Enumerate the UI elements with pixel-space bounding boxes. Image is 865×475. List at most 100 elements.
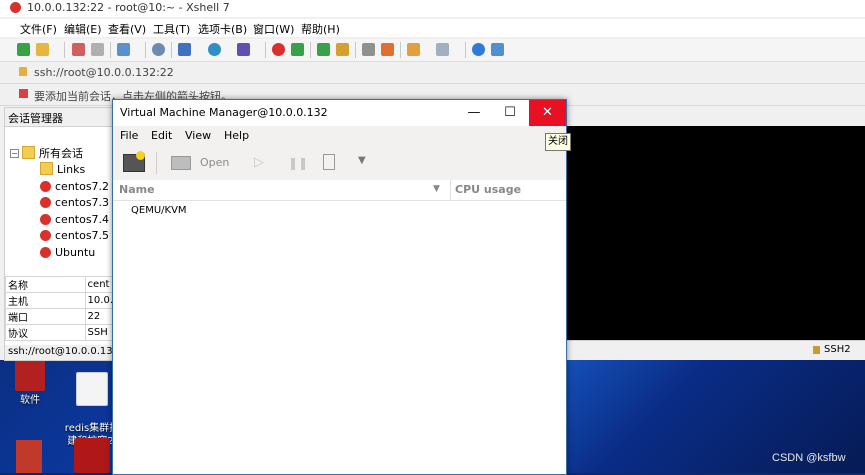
pause-icon[interactable]: ❚❚ — [288, 156, 308, 170]
add-tab-icon[interactable] — [407, 43, 420, 56]
property-key: 名称 — [5, 276, 86, 293]
close-button[interactable]: ✕ — [529, 100, 566, 126]
vmm-title-bar[interactable]: Virtual Machine Manager@10.0.0.132 — ☐ ✕ — [113, 100, 566, 126]
toolbar-separator — [465, 42, 466, 58]
xftp-icon[interactable] — [291, 43, 304, 56]
address-text: ssh://root@10.0.0.132:22 — [34, 66, 174, 79]
sort-arrow-icon[interactable]: ▼ — [433, 184, 440, 194]
color-scheme-icon[interactable] — [237, 43, 250, 56]
lock-icon — [19, 67, 27, 76]
tree-root-all-sessions[interactable]: − 所有会话 — [10, 146, 83, 162]
xshell-logo-icon — [10, 2, 21, 13]
properties-icon[interactable] — [117, 43, 130, 56]
xshell-session-icon — [40, 230, 51, 241]
toolbar-separator — [265, 42, 266, 58]
play-icon[interactable]: ▷ — [254, 155, 264, 170]
toolbar-separator — [64, 42, 65, 58]
window-title: 10.0.0.132:22 - root@10:~ - Xshell 7 — [27, 1, 230, 14]
session-manager-header: 会话管理器 — [5, 108, 116, 127]
acrobat-icon[interactable] — [74, 438, 110, 473]
xshell-session-icon — [40, 214, 51, 225]
menu-help[interactable]: Help — [224, 129, 249, 142]
highlight-icon[interactable] — [381, 43, 394, 56]
menu-window[interactable]: 窗口(W) — [253, 21, 294, 37]
tree-label: centos7.5 — [55, 229, 110, 242]
menu-help[interactable]: 帮助(H) — [301, 21, 340, 37]
power-icon[interactable] — [323, 154, 335, 170]
desktop-icon-software[interactable]: 软件 — [0, 359, 60, 407]
connect-icon[interactable] — [72, 43, 85, 56]
xshell-session-icon — [40, 247, 51, 258]
new-vm-icon[interactable] — [123, 151, 145, 172]
maximize-button[interactable]: ☐ — [492, 100, 528, 126]
property-value: SSH — [84, 324, 116, 341]
menu-tools[interactable]: 工具(T) — [153, 21, 190, 37]
pdf-document-icon — [76, 372, 108, 406]
menu-edit[interactable]: Edit — [151, 129, 172, 142]
folder-icon — [22, 146, 35, 159]
tree-label: centos7.3 — [55, 196, 110, 209]
chat-icon[interactable] — [491, 43, 504, 56]
tree-item-session[interactable]: centos7.3 — [40, 195, 109, 211]
tile-windows-icon[interactable] — [436, 43, 449, 56]
vmm-menu-bar: File Edit View Help — [113, 126, 566, 146]
globe-icon[interactable] — [208, 43, 221, 56]
column-cpu-usage[interactable]: CPU usage — [455, 183, 521, 196]
session-manager-title: 会话管理器 — [8, 112, 63, 125]
app-icon[interactable] — [16, 440, 42, 473]
property-value: cent — [84, 276, 116, 293]
vmm-toolbar: Open ▷ ❚❚ ▼ — [113, 146, 566, 181]
chevron-down-icon[interactable]: ▼ — [358, 155, 366, 166]
collapse-icon[interactable]: − — [10, 149, 19, 158]
table-row: 协议 SSH — [5, 324, 116, 341]
xshell-toolbar — [0, 39, 865, 62]
minimize-button[interactable]: — — [456, 100, 492, 126]
lock-icon — [813, 346, 820, 354]
xshell-title-bar[interactable]: 10.0.0.132:22 - root@10:~ - Xshell 7 — [0, 0, 865, 17]
vm-list-header: Name ▼ CPU usage — [113, 180, 566, 201]
help-icon[interactable] — [472, 43, 485, 56]
tree-item-session[interactable]: centos7.2 — [40, 179, 109, 195]
menu-view[interactable]: View — [185, 129, 211, 142]
menu-tabs[interactable]: 选项卡(B) — [198, 21, 247, 37]
bookmark-icon[interactable] — [19, 89, 28, 98]
table-row: 名称 cent — [5, 276, 116, 293]
toolbar-separator — [110, 42, 111, 58]
new-session-icon[interactable] — [17, 43, 30, 56]
xshell-session-icon — [40, 181, 51, 192]
open-button[interactable]: Open — [168, 153, 258, 173]
disconnect-icon[interactable] — [91, 43, 104, 56]
session-status-bar: ssh://root@10.0.0.132:22 — [5, 345, 116, 360]
vm-list: QEMU/KVM — [113, 201, 566, 473]
tree-label: centos7.4 — [55, 213, 110, 226]
search-icon[interactable] — [152, 43, 165, 56]
star-icon — [136, 151, 145, 160]
virt-manager-window: Virtual Machine Manager@10.0.0.132 — ☐ ✕… — [112, 99, 567, 475]
tree-item-session[interactable]: Ubuntu — [40, 245, 95, 261]
desktop-icon-label: 软件 — [20, 395, 40, 406]
layout-icon[interactable] — [178, 43, 191, 56]
watermark: CSDN @ksfbw — [772, 452, 846, 464]
tree-label: Ubuntu — [55, 246, 96, 259]
keyboard-icon[interactable] — [362, 43, 375, 56]
tree-item-links[interactable]: Links — [40, 162, 85, 178]
lock-icon[interactable] — [336, 43, 349, 56]
menu-file[interactable]: 文件(F) — [20, 21, 57, 37]
tree-item-session[interactable]: centos7.4 — [40, 212, 109, 228]
toolbar-separator — [400, 42, 401, 58]
list-item-connection[interactable]: QEMU/KVM — [131, 205, 187, 216]
tree-item-session[interactable]: centos7.5 — [40, 228, 109, 244]
xshell-status-bar: SSH2 — [565, 340, 865, 360]
tree-label: centos7.2 — [55, 180, 110, 193]
property-value: 10.0. — [84, 292, 116, 309]
xshell-icon[interactable] — [272, 43, 285, 56]
session-status-text: ssh://root@10.0.0.132:22 — [8, 346, 116, 357]
fullscreen-icon[interactable] — [317, 43, 330, 56]
menu-file[interactable]: File — [120, 129, 138, 142]
terminal-area[interactable] — [565, 126, 865, 340]
address-bar[interactable]: ssh://root@10.0.0.132:22 — [0, 62, 865, 84]
menu-view[interactable]: 查看(V) — [108, 21, 146, 37]
menu-edit[interactable]: 编辑(E) — [64, 21, 102, 37]
open-folder-icon[interactable] — [36, 43, 49, 56]
column-name[interactable]: Name — [119, 183, 155, 196]
